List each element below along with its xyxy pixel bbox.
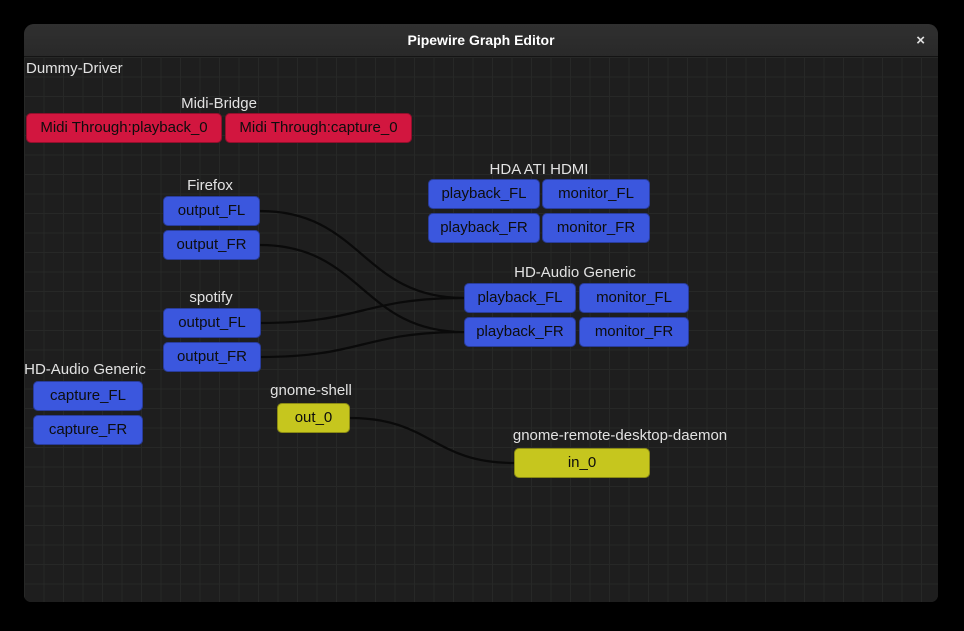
port-hda-ati-hdmi-monitor-fr[interactable]: monitor_FR: [542, 213, 650, 243]
node-title-hd-audio-generic-in[interactable]: HD-Audio Generic: [24, 361, 146, 378]
node-title-firefox[interactable]: Firefox: [187, 177, 233, 194]
port-hd-audio-generic-out-playback-fr[interactable]: playback_FR: [464, 317, 576, 347]
edge-firefox-output-fr-to-hd-audio-playback-fr[interactable]: [260, 245, 464, 332]
port-spotify-output-fr[interactable]: output_FR: [163, 342, 261, 372]
graph-canvas: Dummy-Driver Midi-BridgeMidi Through:play…: [24, 57, 938, 602]
port-hda-ati-hdmi-playback-fr[interactable]: playback_FR: [428, 213, 540, 243]
port-hd-audio-generic-in-capture-fl[interactable]: capture_FL: [33, 381, 143, 411]
port-midi-bridge-midi-through-playback-0[interactable]: Midi Through:playback_0: [26, 113, 222, 143]
node-title-hd-audio-generic-out[interactable]: HD-Audio Generic: [514, 264, 636, 281]
node-title-midi-bridge[interactable]: Midi-Bridge: [181, 95, 257, 112]
edge-spotify-output-fr-to-hd-audio-playback-fr[interactable]: [261, 332, 464, 357]
node-title-gnome-shell[interactable]: gnome-shell: [270, 382, 352, 399]
port-hd-audio-generic-out-playback-fl[interactable]: playback_FL: [464, 283, 576, 313]
close-icon[interactable]: ×: [916, 24, 925, 56]
node-title-hda-ati-hdmi[interactable]: HDA ATI HDMI: [490, 161, 589, 178]
port-firefox-output-fl[interactable]: output_FL: [163, 196, 260, 226]
port-firefox-output-fr[interactable]: output_FR: [163, 230, 260, 260]
port-gnome-remote-desktop-daemon-in-0[interactable]: in_0: [514, 448, 650, 478]
port-hd-audio-generic-out-monitor-fl[interactable]: monitor_FL: [579, 283, 689, 313]
window-title: Pipewire Graph Editor: [407, 32, 554, 48]
node-title-spotify[interactable]: spotify: [189, 289, 232, 306]
port-hda-ati-hdmi-playback-fl[interactable]: playback_FL: [428, 179, 540, 209]
port-hd-audio-generic-out-monitor-fr[interactable]: monitor_FR: [579, 317, 689, 347]
node-title-gnome-remote-desktop-daemon[interactable]: gnome-remote-desktop-daemon: [513, 427, 727, 444]
port-spotify-output-fl[interactable]: output_FL: [163, 308, 261, 338]
port-hd-audio-generic-in-capture-fr[interactable]: capture_FR: [33, 415, 143, 445]
desktop-background: { "window": { "title": "Pipewire Graph E…: [0, 0, 964, 631]
port-gnome-shell-out-0[interactable]: out_0: [277, 403, 350, 433]
edge-spotify-output-fl-to-hd-audio-playback-fl[interactable]: [261, 298, 464, 323]
edge-gnome-shell-out-0-to-remote-desktop-in-0[interactable]: [350, 418, 514, 463]
pipewire-graph-editor-window: Pipewire Graph Editor × Dummy-Driver Midi…: [24, 24, 938, 602]
node-title-dummy-driver[interactable]: Dummy-Driver: [26, 60, 123, 77]
port-hda-ati-hdmi-monitor-fl[interactable]: monitor_FL: [542, 179, 650, 209]
port-midi-bridge-midi-through-capture-0[interactable]: Midi Through:capture_0: [225, 113, 412, 143]
titlebar[interactable]: Pipewire Graph Editor ×: [24, 24, 938, 57]
